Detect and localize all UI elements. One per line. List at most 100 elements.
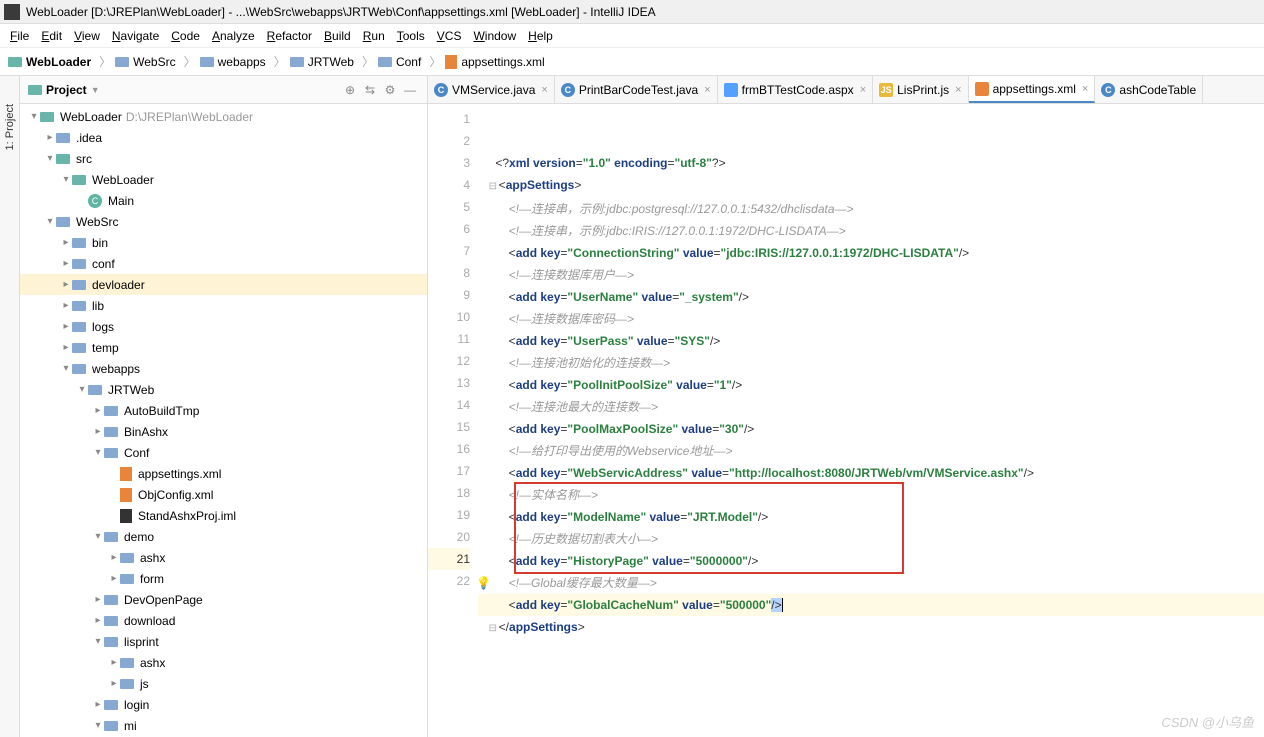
- tree-arrow-icon[interactable]: ▾: [92, 531, 104, 542]
- tree-arrow-icon[interactable]: ▾: [92, 447, 104, 458]
- menu-refactor[interactable]: Refactor: [261, 29, 318, 43]
- tree-arrow-icon[interactable]: ▸: [60, 300, 72, 311]
- tree-arrow-icon[interactable]: ▸: [60, 321, 72, 332]
- close-icon[interactable]: ×: [860, 84, 866, 96]
- breadcrumb-4[interactable]: Conf: [378, 55, 421, 69]
- menu-help[interactable]: Help: [522, 29, 559, 43]
- breadcrumb-0[interactable]: WebLoader: [8, 55, 91, 69]
- tree-item-webloader[interactable]: ▾WebLoader: [20, 169, 427, 190]
- hide-icon[interactable]: —: [401, 81, 419, 99]
- code-line-7[interactable]: <add key="UserName" value="_system"/>: [478, 286, 1264, 308]
- menu-window[interactable]: Window: [467, 29, 522, 43]
- tab-frmbttestcode-aspx[interactable]: frmBTTestCode.aspx×: [718, 76, 873, 103]
- code-line-18[interactable]: <!—历史数据切割表大小—>: [478, 528, 1264, 550]
- tree-item-logs[interactable]: ▸logs: [20, 316, 427, 337]
- tree-arrow-icon[interactable]: ▾: [28, 111, 40, 122]
- close-icon[interactable]: ×: [704, 84, 710, 96]
- code-line-17[interactable]: <add key="ModelName" value="JRT.Model"/>: [478, 506, 1264, 528]
- tree-arrow-icon[interactable]: ▾: [44, 216, 56, 227]
- menu-build[interactable]: Build: [318, 29, 357, 43]
- tab-lisprint-js[interactable]: JSLisPrint.js×: [873, 76, 968, 103]
- tree-item-lisprint[interactable]: ▾lisprint: [20, 631, 427, 652]
- tree-arrow-icon[interactable]: ▸: [60, 258, 72, 269]
- menu-vcs[interactable]: VCS: [431, 29, 468, 43]
- scroll-from-source-icon[interactable]: ⊕: [341, 81, 359, 99]
- tree-item-demo[interactable]: ▾demo: [20, 526, 427, 547]
- code-line-1[interactable]: <?xml version="1.0" encoding="utf-8"?>: [478, 152, 1264, 174]
- tree-item-lib[interactable]: ▸lib: [20, 295, 427, 316]
- code-line-8[interactable]: <!—连接数据库密码—>: [478, 308, 1264, 330]
- tree-item-js[interactable]: ▸js: [20, 673, 427, 694]
- tree-item-ashx[interactable]: ▸ashx: [20, 652, 427, 673]
- code-line-9[interactable]: <add key="UserPass" value="SYS"/>: [478, 330, 1264, 352]
- tree-arrow-icon[interactable]: ▸: [60, 237, 72, 248]
- tree-arrow-icon[interactable]: ▸: [60, 279, 72, 290]
- menu-code[interactable]: Code: [165, 29, 206, 43]
- code-line-21[interactable]: <add key="GlobalCacheNum" value="500000"…: [478, 594, 1264, 616]
- tree-item-conf[interactable]: ▾Conf: [20, 442, 427, 463]
- tree-arrow-icon[interactable]: ▸: [44, 132, 56, 143]
- tab-appsettings-xml[interactable]: appsettings.xml×: [969, 76, 1096, 103]
- tree-item-jrtweb[interactable]: ▾JRTWeb: [20, 379, 427, 400]
- code-line-16[interactable]: <!—实体名称—>: [478, 484, 1264, 506]
- tab-vmservice-java[interactable]: CVMService.java×: [428, 76, 555, 103]
- tree-item-download[interactable]: ▸download: [20, 610, 427, 631]
- tree-item-webloader[interactable]: ▾WebLoaderD:\JREPlan\WebLoader: [20, 106, 427, 127]
- collapse-all-icon[interactable]: ⇆: [361, 81, 379, 99]
- tab-ashcodetable[interactable]: CashCodeTable: [1095, 76, 1203, 103]
- tab-printbarcodetest-java[interactable]: CPrintBarCodeTest.java×: [555, 76, 718, 103]
- breadcrumb-1[interactable]: WebSrc: [115, 55, 175, 69]
- tree-arrow-icon[interactable]: ▸: [92, 699, 104, 710]
- code-line-14[interactable]: <!—给打印导出使用的Webservice地址—>: [478, 440, 1264, 462]
- code-line-19[interactable]: <add key="HistoryPage" value="5000000"/>: [478, 550, 1264, 572]
- code-editor[interactable]: 12345678910111213141516171819202122 <?xm…: [428, 104, 1264, 737]
- tree-arrow-icon[interactable]: ▾: [60, 363, 72, 374]
- tree-arrow-icon[interactable]: ▸: [92, 615, 104, 626]
- tree-item-objconfig-xml[interactable]: ObjConfig.xml: [20, 484, 427, 505]
- close-icon[interactable]: ×: [1082, 83, 1088, 95]
- menu-edit[interactable]: Edit: [35, 29, 68, 43]
- tree-item-src[interactable]: ▾src: [20, 148, 427, 169]
- tree-item-autobuildtmp[interactable]: ▸AutoBuildTmp: [20, 400, 427, 421]
- tree-arrow-icon[interactable]: ▸: [60, 342, 72, 353]
- tree-item-bin[interactable]: ▸bin: [20, 232, 427, 253]
- breadcrumb-5[interactable]: appsettings.xml: [445, 55, 544, 69]
- tree-item-webapps[interactable]: ▾webapps: [20, 358, 427, 379]
- code-line-15[interactable]: <add key="WebServicAddress" value="http:…: [478, 462, 1264, 484]
- tree-arrow-icon[interactable]: ▾: [92, 720, 104, 731]
- close-icon[interactable]: ×: [541, 84, 547, 96]
- code-line-5[interactable]: <add key="ConnectionString" value="jdbc:…: [478, 242, 1264, 264]
- code-line-4[interactable]: <!—连接串，示例:jdbc:IRIS://127.0.0.1:1972/DHC…: [478, 220, 1264, 242]
- code-line-6[interactable]: <!—连接数据库用户—>: [478, 264, 1264, 286]
- tree-item-websrc[interactable]: ▾WebSrc: [20, 211, 427, 232]
- tree-arrow-icon[interactable]: ▸: [92, 426, 104, 437]
- code-line-10[interactable]: <!—连接池初始化的连接数—>: [478, 352, 1264, 374]
- code-line-12[interactable]: <!—连接池最大的连接数—>: [478, 396, 1264, 418]
- code-line-11[interactable]: <add key="PoolInitPoolSize" value="1"/>: [478, 374, 1264, 396]
- code-line-3[interactable]: <!—连接串，示例:jdbc:postgresql://127.0.0.1:54…: [478, 198, 1264, 220]
- tree-arrow-icon[interactable]: ▸: [108, 573, 120, 584]
- breadcrumb-2[interactable]: webapps: [200, 55, 266, 69]
- tree-arrow-icon[interactable]: ▸: [108, 552, 120, 563]
- tree-item-standashxproj-iml[interactable]: StandAshxProj.iml: [20, 505, 427, 526]
- close-icon[interactable]: ×: [955, 84, 961, 96]
- code-line-2[interactable]: ⊟<appSettings>: [478, 174, 1264, 198]
- tree-item-appsettings-xml[interactable]: appsettings.xml: [20, 463, 427, 484]
- breadcrumb-3[interactable]: JRTWeb: [290, 55, 354, 69]
- tree-item-main[interactable]: CMain: [20, 190, 427, 211]
- project-tool-button[interactable]: 1: Project: [4, 96, 16, 158]
- menu-view[interactable]: View: [68, 29, 106, 43]
- project-panel-title[interactable]: Project: [46, 83, 87, 97]
- tree-item-binashx[interactable]: ▸BinAshx: [20, 421, 427, 442]
- tree-arrow-icon[interactable]: ▸: [108, 678, 120, 689]
- tree-arrow-icon[interactable]: ▸: [92, 594, 104, 605]
- project-tree[interactable]: ▾WebLoaderD:\JREPlan\WebLoader▸.idea▾src…: [20, 104, 427, 737]
- tree-item-devloader[interactable]: ▸devloader: [20, 274, 427, 295]
- code-content[interactable]: <?xml version="1.0" encoding="utf-8"?> ⊟…: [478, 104, 1264, 737]
- tree-item-ashx[interactable]: ▸ashx: [20, 547, 427, 568]
- chevron-down-icon[interactable]: ▼: [91, 85, 100, 95]
- tree-arrow-icon[interactable]: ▸: [108, 657, 120, 668]
- menu-tools[interactable]: Tools: [391, 29, 431, 43]
- tree-arrow-icon[interactable]: ▾: [44, 153, 56, 164]
- tree-item-login[interactable]: ▸login: [20, 694, 427, 715]
